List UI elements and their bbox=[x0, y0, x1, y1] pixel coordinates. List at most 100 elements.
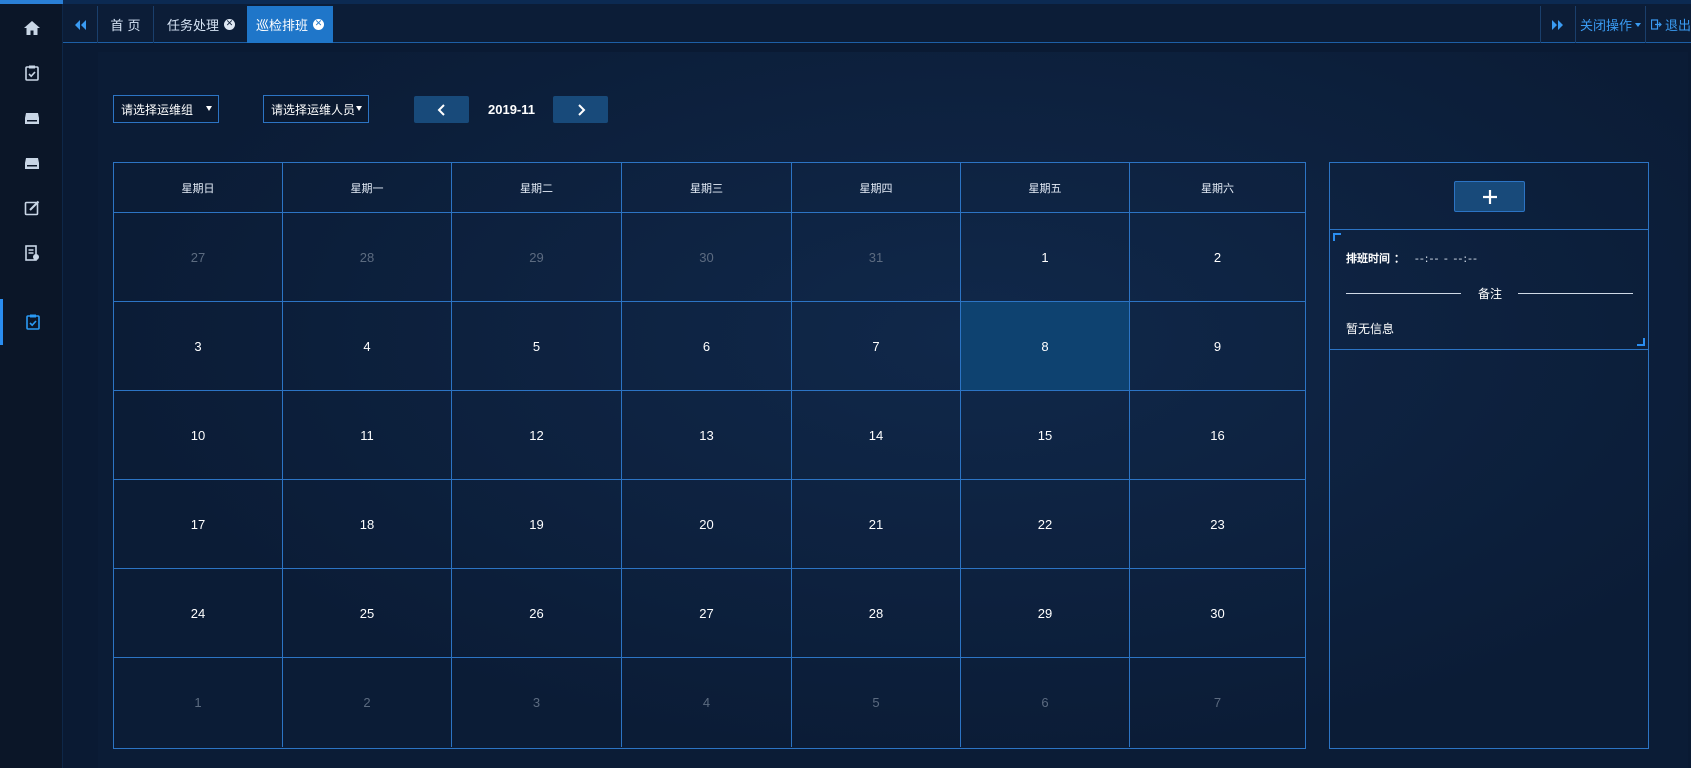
weekday-header: 星期六 bbox=[1130, 163, 1305, 213]
calendar-day[interactable]: 25 bbox=[283, 569, 452, 658]
tab-task[interactable]: 任务处理 ✕ bbox=[154, 6, 249, 43]
prev-month-button[interactable] bbox=[414, 96, 469, 123]
calendar-day[interactable]: 16 bbox=[1130, 391, 1305, 480]
tab-bar: 首 页 任务处理 ✕ 巡检排班 ✕ 关闭操作 退出 bbox=[63, 0, 1691, 43]
storage-icon bbox=[24, 158, 39, 169]
calendar-day[interactable]: 2 bbox=[1130, 213, 1305, 302]
calendar-day[interactable]: 3 bbox=[114, 302, 283, 391]
ops-group-select-value: 请选择运维组 bbox=[121, 102, 194, 117]
rail-top-strip bbox=[0, 0, 63, 4]
close-icon[interactable]: ✕ bbox=[224, 19, 235, 30]
ops-person-select[interactable]: 请选择运维人员 bbox=[263, 95, 369, 123]
logout-label: 退出 bbox=[1665, 19, 1691, 34]
corner-decoration bbox=[1637, 338, 1645, 346]
home-icon bbox=[23, 21, 40, 35]
calendar-day[interactable]: 12 bbox=[452, 391, 622, 480]
calendar-day[interactable]: 30 bbox=[1130, 569, 1305, 658]
calendar-day[interactable]: 15 bbox=[961, 391, 1130, 480]
calendar-day[interactable]: 11 bbox=[283, 391, 452, 480]
calendar-day-outside-month[interactable]: 1 bbox=[114, 658, 283, 747]
caret-down-icon bbox=[356, 106, 362, 111]
calendar-day[interactable]: 24 bbox=[114, 569, 283, 658]
schedule-check-icon bbox=[26, 314, 40, 330]
weekday-header: 星期二 bbox=[452, 163, 622, 213]
schedule-time-row: 排班时间 ： --:-- - --:-- bbox=[1346, 250, 1478, 266]
calendar-day[interactable]: 10 bbox=[114, 391, 283, 480]
calendar-day[interactable]: 4 bbox=[283, 302, 452, 391]
calendar-day[interactable]: 8 bbox=[961, 302, 1130, 391]
close-operations-dropdown[interactable]: 关闭操作 bbox=[1575, 6, 1645, 43]
next-month-button[interactable] bbox=[553, 96, 608, 123]
chevron-left-icon bbox=[437, 103, 445, 116]
chevron-right-icon bbox=[577, 103, 585, 116]
calendar-day[interactable]: 23 bbox=[1130, 480, 1305, 569]
caret-down-icon bbox=[206, 106, 212, 111]
scroll-tabs-left-button[interactable] bbox=[63, 6, 98, 43]
calendar-day-outside-month[interactable]: 7 bbox=[1130, 658, 1305, 747]
calendar-day[interactable]: 28 bbox=[792, 569, 961, 658]
scroll-tabs-right-button[interactable] bbox=[1540, 6, 1575, 43]
task-check-icon bbox=[24, 65, 39, 81]
calendar-day[interactable]: 26 bbox=[452, 569, 622, 658]
close-icon[interactable]: ✕ bbox=[313, 19, 324, 30]
close-operations-label: 关闭操作 bbox=[1579, 19, 1632, 34]
calendar-day[interactable]: 1 bbox=[961, 213, 1130, 302]
calendar-day-outside-month[interactable]: 6 bbox=[961, 658, 1130, 747]
calendar-day[interactable]: 27 bbox=[622, 569, 792, 658]
double-chevron-left-icon bbox=[75, 19, 86, 30]
calendar-day[interactable]: 21 bbox=[792, 480, 961, 569]
remark-label: 备注 bbox=[1477, 287, 1502, 301]
calendar-day-outside-month[interactable]: 29 bbox=[452, 213, 622, 302]
calendar-day-outside-month[interactable]: 27 bbox=[114, 213, 283, 302]
schedule-time-label: 排班时间 ： bbox=[1346, 252, 1405, 265]
weekday-header: 星期四 bbox=[792, 163, 961, 213]
add-schedule-button[interactable] bbox=[1454, 181, 1525, 212]
logout-button[interactable]: 退出 bbox=[1645, 6, 1691, 43]
double-chevron-right-icon bbox=[1552, 19, 1563, 30]
nav-storage-1[interactable] bbox=[0, 95, 63, 141]
calendar-day[interactable]: 18 bbox=[283, 480, 452, 569]
nav-home[interactable] bbox=[0, 5, 63, 51]
nav-task[interactable] bbox=[0, 50, 63, 96]
edit-icon bbox=[24, 200, 39, 216]
calendar-day-outside-month[interactable]: 28 bbox=[283, 213, 452, 302]
tab-task-label: 任务处理 bbox=[166, 19, 219, 34]
calendar-day[interactable]: 22 bbox=[961, 480, 1130, 569]
nav-storage-2[interactable] bbox=[0, 140, 63, 186]
calendar-day-outside-month[interactable]: 5 bbox=[792, 658, 961, 747]
nav-report[interactable] bbox=[0, 230, 63, 276]
schedule-detail-panel: 排班时间 ： --:-- - --:-- 备注 暂无信息 bbox=[1329, 162, 1649, 749]
current-month: 2019-11 bbox=[488, 102, 535, 117]
logout-icon bbox=[1651, 19, 1662, 30]
divider-right bbox=[1518, 293, 1633, 294]
calendar-day[interactable]: 13 bbox=[622, 391, 792, 480]
divider-left bbox=[1346, 293, 1461, 294]
calendar-day[interactable]: 17 bbox=[114, 480, 283, 569]
calendar-day[interactable]: 6 bbox=[622, 302, 792, 391]
nav-edit[interactable] bbox=[0, 185, 63, 231]
ops-group-select[interactable]: 请选择运维组 bbox=[113, 95, 219, 123]
schedule-time-value: --:-- - --:-- bbox=[1414, 251, 1478, 265]
calendar-day[interactable]: 14 bbox=[792, 391, 961, 480]
calendar-day-outside-month[interactable]: 4 bbox=[622, 658, 792, 747]
calendar-day-outside-month[interactable]: 3 bbox=[452, 658, 622, 747]
corner-decoration bbox=[1333, 233, 1341, 241]
tab-home[interactable]: 首 页 bbox=[98, 6, 154, 43]
tab-patrol-schedule[interactable]: 巡检排班 ✕ bbox=[247, 6, 333, 43]
calendar-day[interactable]: 9 bbox=[1130, 302, 1305, 391]
nav-patrol-schedule[interactable] bbox=[0, 299, 63, 345]
calendar-day-outside-month[interactable]: 30 bbox=[622, 213, 792, 302]
schedule-info-box: 排班时间 ： --:-- - --:-- 备注 暂无信息 bbox=[1330, 230, 1648, 350]
calendar-day[interactable]: 20 bbox=[622, 480, 792, 569]
calendar-day-outside-month[interactable]: 31 bbox=[792, 213, 961, 302]
weekday-header: 星期一 bbox=[283, 163, 452, 213]
calendar-day[interactable]: 7 bbox=[792, 302, 961, 391]
calendar-day[interactable]: 19 bbox=[452, 480, 622, 569]
add-row bbox=[1330, 163, 1648, 230]
calendar-day-outside-month[interactable]: 2 bbox=[283, 658, 452, 747]
caret-down-icon bbox=[1635, 22, 1641, 27]
storage-icon bbox=[24, 113, 39, 124]
calendar-day[interactable]: 29 bbox=[961, 569, 1130, 658]
calendar-day[interactable]: 5 bbox=[452, 302, 622, 391]
weekday-header: 星期三 bbox=[622, 163, 792, 213]
